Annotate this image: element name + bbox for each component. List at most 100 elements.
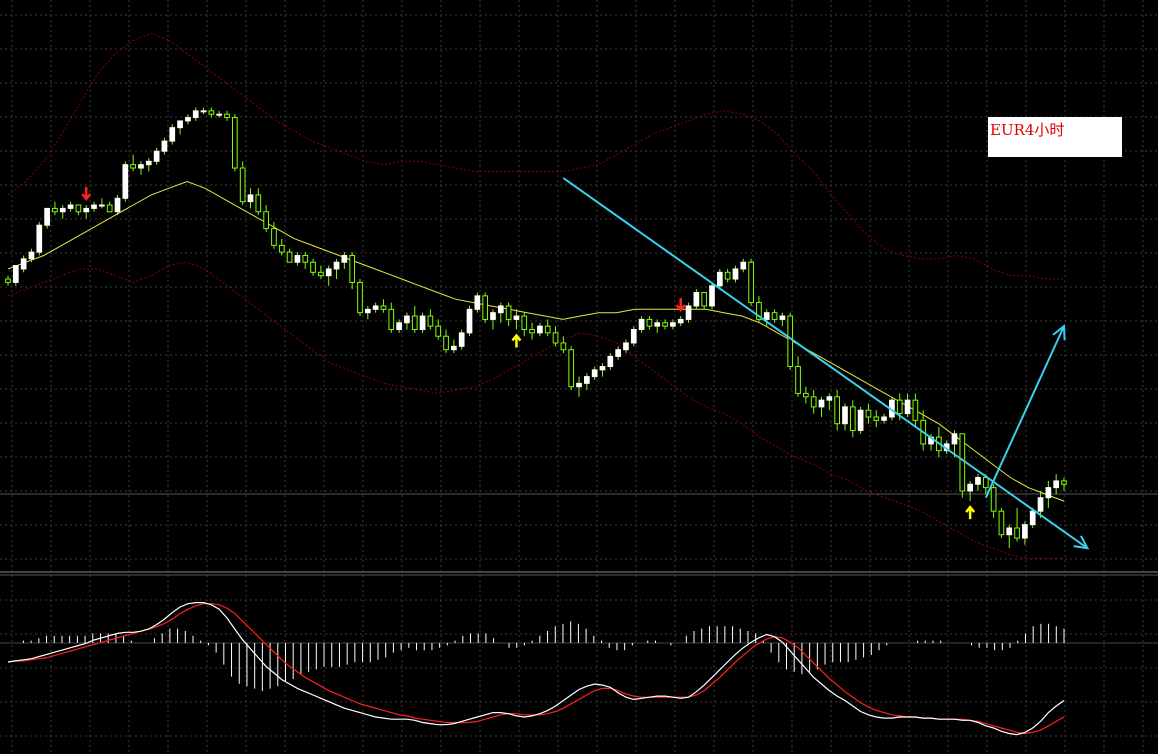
candle-body bbox=[458, 332, 465, 347]
candle-body bbox=[91, 204, 97, 209]
candle-body bbox=[28, 251, 35, 260]
candle-body bbox=[544, 325, 551, 334]
candle-body bbox=[982, 477, 989, 489]
candle-body bbox=[912, 399, 919, 421]
candle-body bbox=[865, 409, 872, 418]
candle-body bbox=[349, 254, 356, 283]
candle-body bbox=[842, 406, 848, 425]
candle-body bbox=[834, 396, 841, 425]
candle-body bbox=[654, 322, 661, 327]
candle-body bbox=[951, 433, 958, 445]
candle-body bbox=[693, 292, 700, 307]
candle-body bbox=[435, 325, 442, 337]
candle-body bbox=[427, 315, 434, 327]
candle-body bbox=[114, 197, 121, 213]
candle-body bbox=[380, 305, 387, 310]
candle-body bbox=[247, 194, 254, 203]
candle-body bbox=[169, 127, 176, 142]
candle-body bbox=[318, 271, 324, 277]
candle-body bbox=[145, 160, 152, 166]
candle-body bbox=[1029, 510, 1036, 526]
candle-body bbox=[677, 318, 684, 324]
candle-body bbox=[138, 164, 144, 169]
candle-body bbox=[615, 349, 621, 357]
candle-body bbox=[1061, 480, 1067, 485]
candle-body bbox=[302, 254, 309, 263]
candle-body bbox=[646, 318, 653, 327]
candle-body bbox=[881, 416, 887, 421]
candle-body bbox=[271, 228, 277, 246]
candle-body bbox=[967, 483, 973, 492]
candle-body bbox=[474, 295, 481, 310]
candle-body bbox=[372, 305, 379, 310]
candle-body bbox=[497, 305, 504, 314]
candle-body bbox=[513, 315, 520, 320]
candle-body bbox=[779, 315, 786, 320]
candle-body bbox=[959, 433, 966, 492]
candle-body bbox=[364, 308, 371, 314]
candle-body bbox=[36, 224, 43, 253]
candle-body bbox=[99, 204, 105, 207]
candle-body bbox=[153, 150, 160, 162]
candle-body bbox=[560, 342, 567, 351]
candle-body bbox=[583, 376, 590, 384]
candle-body bbox=[716, 271, 723, 287]
candle-body bbox=[286, 251, 293, 263]
candle-body bbox=[1022, 524, 1028, 539]
candle-body bbox=[975, 477, 981, 485]
candle-body bbox=[231, 117, 238, 169]
candle-body bbox=[670, 322, 676, 327]
candle-body bbox=[990, 487, 997, 512]
candle-body bbox=[490, 312, 496, 320]
candle-body bbox=[451, 345, 457, 351]
candle-body bbox=[1053, 480, 1060, 489]
candle-body bbox=[740, 261, 747, 270]
candle-body bbox=[106, 204, 113, 213]
candle-body bbox=[826, 396, 833, 401]
candle-body bbox=[396, 322, 402, 331]
candle-body bbox=[701, 292, 708, 307]
candle-body bbox=[724, 271, 731, 280]
candle-body bbox=[732, 268, 739, 280]
candle-body bbox=[310, 261, 316, 273]
candle-body bbox=[20, 258, 27, 270]
candle-body bbox=[638, 318, 645, 331]
candle-body bbox=[239, 167, 246, 203]
candle-body bbox=[12, 265, 19, 283]
candle-body bbox=[896, 399, 903, 415]
candle-body bbox=[599, 366, 606, 371]
candle-body bbox=[333, 261, 340, 270]
candle-body bbox=[161, 140, 168, 152]
candle-body bbox=[466, 308, 473, 334]
candle-body bbox=[255, 194, 262, 213]
candle-body bbox=[630, 329, 637, 344]
candle-body bbox=[591, 369, 598, 378]
candle-body bbox=[771, 312, 778, 320]
candle-body bbox=[216, 113, 223, 116]
candle-body bbox=[185, 117, 191, 122]
candle-body bbox=[763, 312, 770, 320]
candle-body bbox=[568, 349, 575, 388]
candle-body bbox=[662, 322, 668, 327]
candle-body bbox=[388, 308, 395, 331]
candle-body bbox=[607, 355, 614, 368]
candle-body bbox=[278, 244, 285, 253]
candle-body bbox=[294, 254, 301, 263]
candle-body bbox=[818, 399, 825, 408]
candle-body bbox=[192, 110, 199, 119]
candle-body bbox=[83, 207, 90, 213]
candle-body bbox=[443, 335, 449, 351]
candle-body bbox=[537, 325, 543, 334]
candle-body bbox=[357, 281, 363, 314]
candle-body bbox=[59, 207, 66, 213]
candle-body bbox=[224, 113, 230, 119]
candle-body bbox=[404, 315, 410, 324]
candle-body bbox=[904, 399, 911, 415]
candle-body bbox=[849, 406, 856, 431]
candle-body bbox=[177, 120, 183, 129]
candle-body bbox=[411, 315, 418, 331]
candle-body bbox=[52, 207, 58, 213]
candle-body bbox=[552, 332, 559, 344]
candle-body bbox=[1037, 497, 1044, 512]
candle-body bbox=[521, 315, 528, 331]
